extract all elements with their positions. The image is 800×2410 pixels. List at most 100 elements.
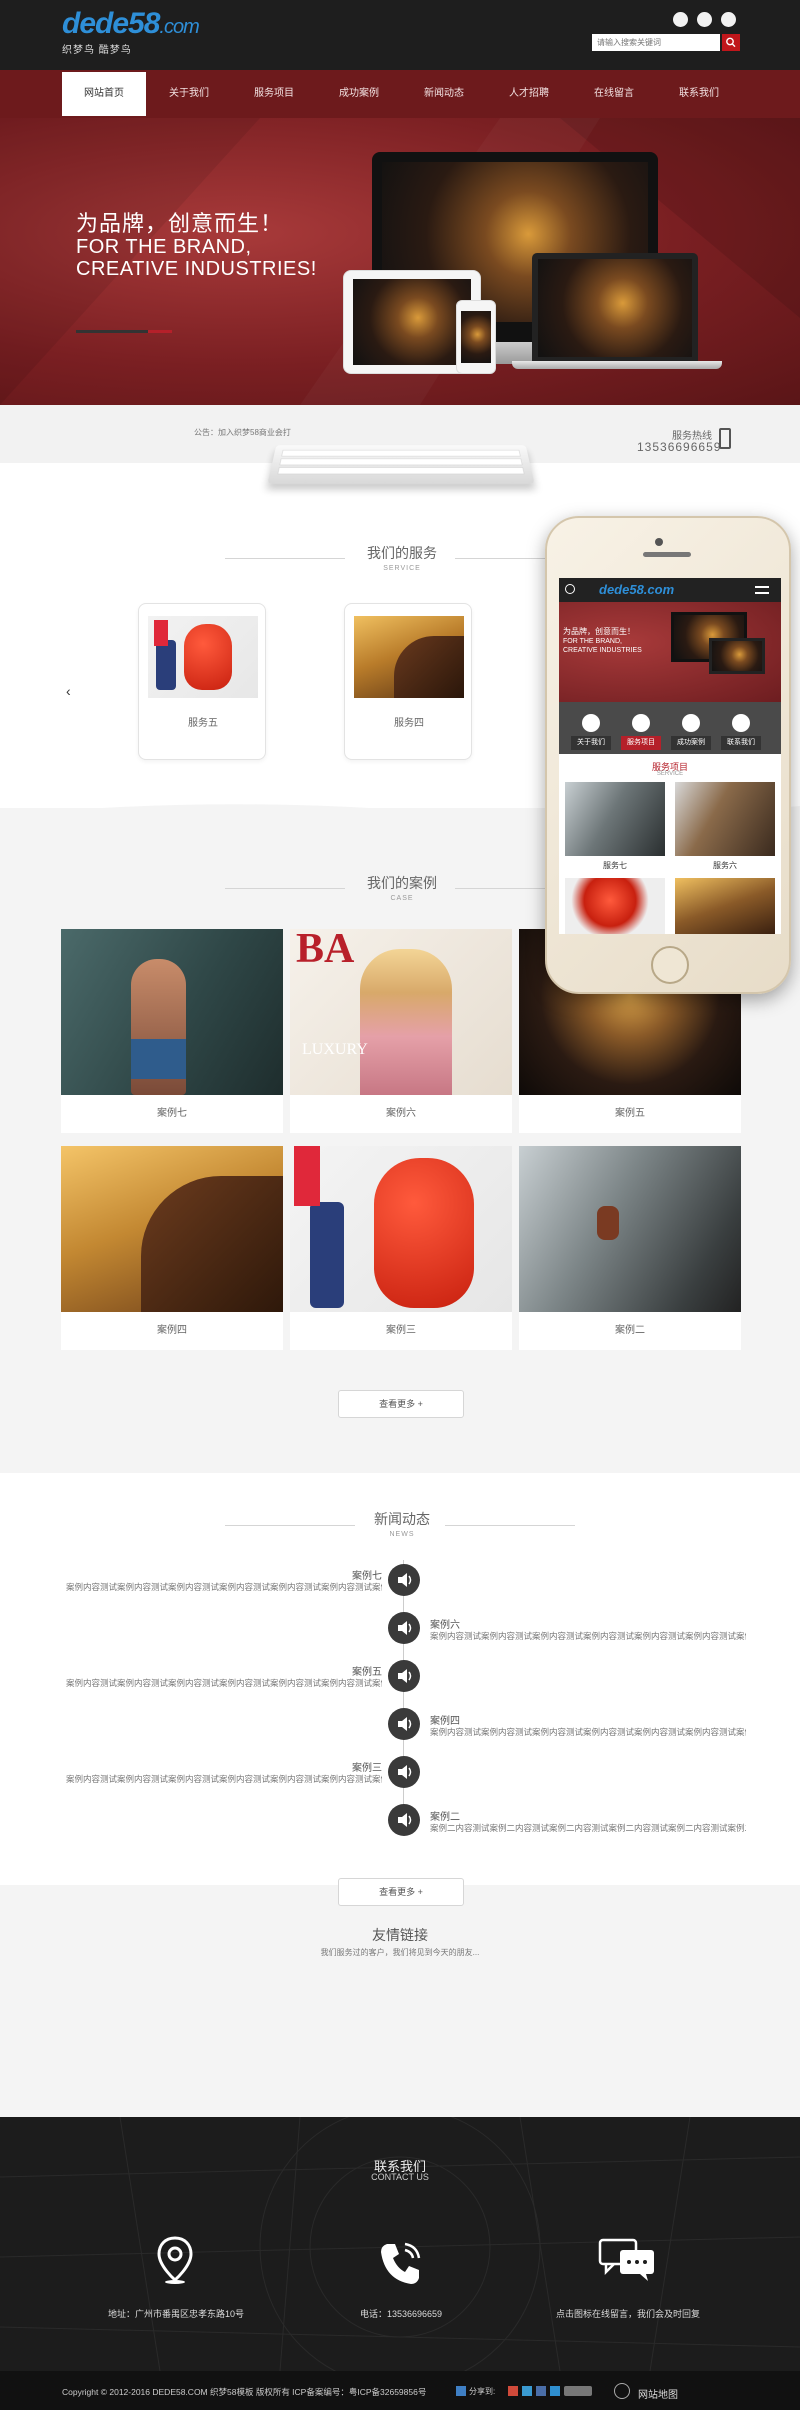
service-card[interactable]: 服务五 <box>138 603 266 760</box>
banner-bar-dark <box>76 330 148 333</box>
case-image <box>290 1146 512 1312</box>
phone-menu-icon-about <box>582 714 600 732</box>
sitemap-icon <box>614 2383 630 2399</box>
service-label: 服务四 <box>394 718 424 729</box>
hero-banner: 为品牌，创意而生！ FOR THE BRAND, CREATIVE INDUST… <box>0 118 800 405</box>
nav-item-services[interactable]: 服务项目 <box>232 70 316 118</box>
nav-item-home[interactable]: 网站首页 <box>62 72 146 116</box>
nav-item-message[interactable]: 在线留言 <box>572 70 656 118</box>
phone-menu-item: 成功案例 <box>671 736 711 750</box>
phone-screen: dede58.com 为品牌，创意而生！ FOR THE BRAND, CREA… <box>559 578 781 934</box>
service-image <box>148 616 258 698</box>
news-title[interactable]: 案例六 <box>430 1616 460 1631</box>
mobile-phone-icon <box>719 428 731 449</box>
share-label: 分享到: <box>469 2387 496 2396</box>
case-card[interactable]: 案例四 <box>61 1146 283 1350</box>
prev-arrow-icon[interactable]: ‹ <box>66 683 71 699</box>
case-label: 案例六 <box>386 1108 416 1119</box>
contact-message-hint: 点击图标在线留言，我们会及时回复 <box>555 2309 700 2319</box>
speaker-icon <box>388 1660 420 1692</box>
weibo-icon[interactable] <box>673 12 688 27</box>
phone-menu-icon <box>755 586 769 594</box>
friend-links-title: 友情链接 <box>372 1927 428 1943</box>
case-card[interactable]: BA LUXURY 案例六 <box>290 928 512 1133</box>
notice-text: 公告：加入织梦58商业会打 <box>194 428 291 437</box>
site-header: dede58.com 织梦鸟 酷梦鸟 <box>0 0 800 70</box>
nav-item-about[interactable]: 关于我们 <box>147 70 231 118</box>
nav-item-contact[interactable]: 联系我们 <box>657 70 741 118</box>
news-title[interactable]: 案例四 <box>430 1712 460 1727</box>
case-image <box>61 1146 283 1312</box>
case-card[interactable]: 案例二 <box>519 1146 741 1350</box>
phone-card-label: 服务七 <box>603 861 627 870</box>
laptop-base <box>512 361 722 369</box>
keyboard-image <box>267 445 535 485</box>
phone-camera <box>655 538 663 546</box>
news-desc: 案例内容测试案例内容测试案例内容测试案例内容测试案例内容测试案例内容测试案例内容… <box>430 1727 746 1737</box>
qq-icon[interactable] <box>721 12 736 27</box>
phone-speaker <box>643 552 691 557</box>
cases-section-title: 我们的案例 CASE <box>367 875 437 902</box>
case-card[interactable]: 案例三 <box>290 1146 512 1350</box>
case-image <box>61 929 283 1095</box>
speaker-icon <box>388 1804 420 1836</box>
speaker-icon <box>388 1612 420 1644</box>
phone-menu-icon-services <box>632 714 650 732</box>
share-weibo-icon[interactable] <box>508 2386 518 2396</box>
laptop-device <box>532 253 698 361</box>
wechat-icon[interactable] <box>697 12 712 27</box>
case-label: 案例二 <box>615 1325 645 1336</box>
phone-card-label: 服务六 <box>713 861 737 870</box>
small-phone-device <box>456 300 496 374</box>
phone-menu-item: 联系我们 <box>721 736 761 750</box>
speaker-icon <box>388 1756 420 1788</box>
share-more-icon[interactable] <box>564 2386 592 2396</box>
phone-menu-item: 关于我们 <box>571 736 611 750</box>
phone-home-button <box>651 946 689 984</box>
phone-card-image <box>565 782 665 856</box>
phone-banner: 为品牌，创意而生！ FOR THE BRAND, CREATIVE INDUST… <box>559 602 781 702</box>
share-qzone-icon[interactable] <box>522 2386 532 2396</box>
news-title[interactable]: 案例三 <box>346 1759 382 1774</box>
service-label: 服务五 <box>188 718 218 729</box>
phone-card-image <box>675 878 775 934</box>
site-logo[interactable]: dede58.com 织梦鸟 酷梦鸟 <box>62 8 212 57</box>
nav-item-news[interactable]: 新闻动态 <box>402 70 486 118</box>
nav-item-cases[interactable]: 成功案例 <box>317 70 401 118</box>
search-button[interactable] <box>722 34 740 51</box>
nav-item-jobs[interactable]: 人才招聘 <box>487 70 571 118</box>
sitemap-link[interactable]: 网站地图 <box>638 2386 678 2401</box>
news-desc: 案例内容测试案例内容测试案例内容测试案例内容测试案例内容测试案例内容测试案例内容… <box>66 1774 382 1784</box>
case-label: 案例五 <box>615 1108 645 1119</box>
hotline-number: 13536696659 <box>637 440 722 454</box>
news-title[interactable]: 案例二 <box>430 1808 460 1823</box>
contact-phone: 电话：13536696659 <box>359 2309 443 2319</box>
news-title[interactable]: 案例七 <box>346 1567 382 1582</box>
search-icon <box>726 37 736 48</box>
message-bubbles-icon[interactable] <box>598 2238 656 2285</box>
news-desc: 案例内容测试案例内容测试案例内容测试案例内容测试案例内容测试案例内容测试案例内容… <box>66 1678 382 1688</box>
share-icon[interactable] <box>456 2386 466 2396</box>
phone-card-image <box>675 782 775 856</box>
banner-headline-cn: 为品牌，创意而生！ <box>76 211 284 236</box>
service-section-title: 我们的服务 SERVICE <box>367 545 437 572</box>
cases-more-button[interactable]: 查看更多 + <box>338 1390 464 1418</box>
case-card[interactable]: 案例七 <box>61 929 283 1133</box>
share-renren-icon[interactable] <box>550 2386 560 2396</box>
copyright-text: Copyright © 2012-2016 DEDE58.COM 织梦58模板 … <box>62 2387 427 2397</box>
case-label: 案例四 <box>157 1325 187 1336</box>
speaker-icon <box>388 1708 420 1740</box>
friend-links-desc: 我们服务过的客户，我们将见到今天的朋友... <box>320 1948 480 1957</box>
search-input[interactable] <box>592 34 720 51</box>
phone-preview: dede58.com 为品牌，创意而生！ FOR THE BRAND, CREA… <box>545 516 791 994</box>
news-timeline <box>403 1560 404 1830</box>
banner-headline-en-1: FOR THE BRAND, <box>76 236 252 258</box>
contact-subtitle: CONTACT US <box>371 2172 429 2182</box>
share-tqq-icon[interactable] <box>536 2386 546 2396</box>
speaker-icon <box>388 1564 420 1596</box>
news-more-button[interactable]: 查看更多 + <box>338 1878 464 1906</box>
news-title[interactable]: 案例五 <box>346 1663 382 1678</box>
phone-logo: dede58.com <box>599 582 675 597</box>
news-desc: 案例内容测试案例内容测试案例内容测试案例内容测试案例内容测试案例内容测试案例内容… <box>66 1582 382 1592</box>
service-card[interactable]: 服务四 <box>344 603 472 760</box>
